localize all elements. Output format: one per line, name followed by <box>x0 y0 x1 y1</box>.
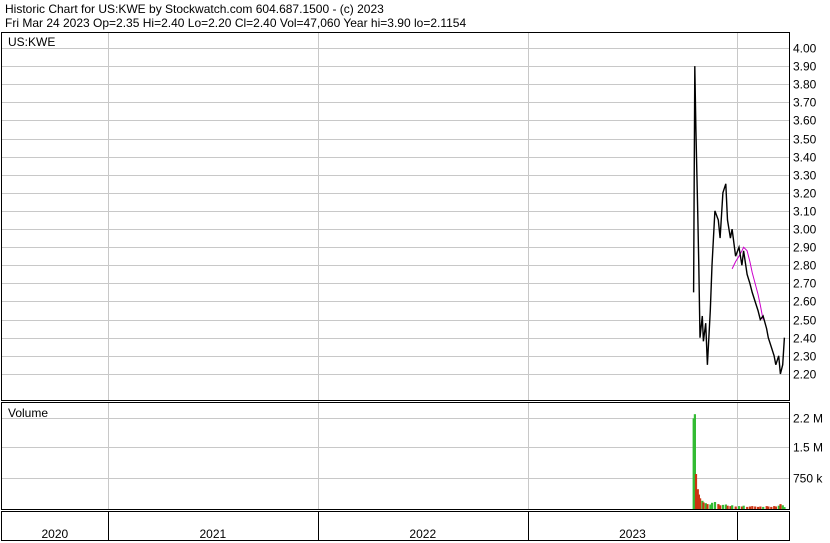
price-line <box>692 66 786 375</box>
price-tick-label: 3.10 <box>793 205 817 219</box>
year-tick-label: 2020 <box>41 527 68 541</box>
volume-bar <box>731 505 734 509</box>
year-tick-label: 2022 <box>409 527 436 541</box>
price-panel-title: US:KWE <box>8 35 55 49</box>
stock-chart: US:KWE Volume 4.00 3.90 3.80 3.70 3.60 3.50 3.… <box>1 32 823 541</box>
price-tick-label: 2.50 <box>793 314 817 328</box>
price-tick-labels: 4.00 3.90 3.80 3.70 3.60 3.50 3.40 3.30 3.20 3.10… <box>793 42 817 382</box>
volume-bar <box>783 507 786 509</box>
volume-grid <box>2 418 789 479</box>
price-grid <box>2 48 789 375</box>
volume-bar <box>719 505 722 509</box>
volume-bar <box>774 506 777 509</box>
volume-bar <box>711 502 714 509</box>
volume-bar <box>699 498 702 509</box>
volume-bar <box>748 506 752 509</box>
volume-bar <box>759 506 762 509</box>
volume-bar <box>738 506 741 509</box>
price-tick-label: 3.60 <box>793 114 817 128</box>
volume-tick-labels: 2.2 M 1.5 M 750 k <box>793 412 823 486</box>
year-grid <box>108 33 738 540</box>
price-panel-frame <box>1 32 790 401</box>
year-tick-label: 2021 <box>199 527 226 541</box>
price-tick-label: 3.90 <box>793 60 817 74</box>
volume-bar <box>770 506 773 509</box>
volume-bar <box>762 506 765 509</box>
price-tick-label: 3.00 <box>793 223 817 237</box>
year-tick-label: 2023 <box>619 527 646 541</box>
volume-bar <box>779 504 782 509</box>
volume-bar <box>767 506 770 509</box>
price-tick-label: 3.80 <box>793 78 817 92</box>
price-tick-label: 3.70 <box>793 96 817 110</box>
volume-bar <box>706 504 709 509</box>
volume-bar <box>726 505 729 509</box>
price-tick-label: 2.40 <box>793 332 817 346</box>
price-tick-label: 3.20 <box>793 187 817 201</box>
price-tick-label: 4.00 <box>793 42 817 56</box>
volume-bar <box>746 506 749 509</box>
volume-panel-title: Volume <box>8 406 48 420</box>
price-tick-label: 2.70 <box>793 277 817 291</box>
volume-bar <box>713 502 717 509</box>
year-tick-labels: 2020 2021 2022 2023 <box>41 527 646 541</box>
volume-bar <box>742 505 745 509</box>
volume-bars <box>692 414 786 509</box>
price-tick-label: 2.60 <box>793 295 817 309</box>
volume-bar <box>702 502 705 509</box>
price-tick-label: 2.90 <box>793 241 817 255</box>
price-tick-label: 3.30 <box>793 169 817 183</box>
price-tick-label: 2.20 <box>793 368 817 382</box>
volume-bar <box>757 506 760 509</box>
price-tick-label: 2.30 <box>793 350 817 364</box>
volume-bar <box>734 506 737 509</box>
price-tick-label: 2.80 <box>793 259 817 273</box>
price-tick-label: 3.50 <box>793 133 817 147</box>
volume-tick-label: 2.2 M <box>793 412 823 426</box>
price-tick-label: 3.40 <box>793 151 817 165</box>
volume-bar <box>754 506 757 509</box>
volume-tick-label: 750 k <box>793 472 823 486</box>
volume-bar <box>751 506 754 509</box>
date-axis-frame <box>1 511 790 541</box>
volume-tick-label: 1.5 M <box>793 441 823 455</box>
volume-bar <box>721 504 725 509</box>
